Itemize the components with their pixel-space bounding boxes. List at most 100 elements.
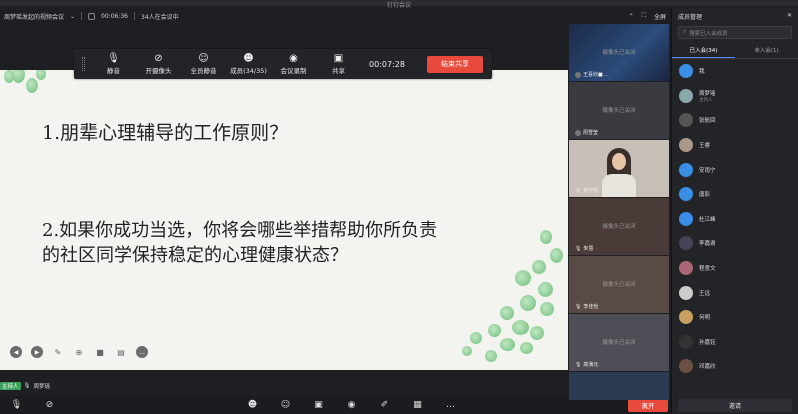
- leaf-decoration: [500, 306, 514, 320]
- leaf-decoration: [470, 332, 482, 344]
- microphone-icon: 🎙: [575, 361, 582, 368]
- camera-icon[interactable]: ■: [94, 346, 106, 358]
- panel-title: 成员管理: [678, 14, 703, 21]
- camera-off-icon[interactable]: ⊘: [33, 400, 66, 410]
- tab-joined[interactable]: 已入会(34): [672, 43, 735, 58]
- question-1: 1.朋辈心理辅导的工作原则？: [42, 122, 289, 144]
- invite-button[interactable]: 邀请: [678, 399, 792, 412]
- host-name: 周梦瑶: [33, 384, 51, 390]
- host-tag: 主持人: [0, 382, 21, 390]
- mute-all-button[interactable]: ☺ 全员静音: [181, 53, 226, 75]
- prev-slide-icon[interactable]: ◀: [10, 346, 22, 358]
- member-item[interactable]: 李嘉谢: [672, 231, 798, 256]
- meeting-name[interactable]: 周梦瑶发起的视频会议: [4, 12, 64, 21]
- leave-button[interactable]: 离开: [628, 398, 668, 412]
- member-item[interactable]: 杜江峰: [672, 207, 798, 232]
- video-tile[interactable]: [569, 372, 669, 400]
- microphone-icon: 🎙: [575, 245, 582, 252]
- close-icon[interactable]: ✕: [787, 12, 792, 20]
- pen-icon[interactable]: ✎: [52, 346, 64, 358]
- more-icon[interactable]: …: [136, 346, 148, 358]
- member-list: 我 周梦瑶 主持人 张航回 王睿 安雨宁 唐彭 杜江峰 李嘉谢 程意文 王远 何明…: [672, 59, 798, 379]
- leaf-decoration: [36, 70, 46, 80]
- leaf-decoration: [520, 342, 533, 354]
- record-button[interactable]: ◉ 会议录制: [271, 53, 316, 75]
- participant-body: [602, 174, 636, 197]
- mute-button[interactable]: 🎙 静音: [91, 53, 136, 75]
- meeting-toolbar: 🎙 静音 ⊘ 开摄像头 ☺ 全员静音 ☻ 成员(34/35) ◉ 会议录制 ▣ …: [74, 49, 492, 79]
- member-item[interactable]: 张航回: [672, 108, 798, 133]
- search-placeholder: 搜索已入会成员: [689, 30, 728, 37]
- members-label: 成员(34/35): [230, 67, 267, 75]
- chevron-down-icon[interactable]: ⌄: [70, 13, 75, 20]
- title-bar: 钉钉会议: [0, 0, 798, 9]
- video-tile[interactable]: 🎙 杨宇阳: [569, 140, 669, 197]
- camera-off-text: 摄像头已关闭: [602, 50, 636, 56]
- camera-label: 开摄像头: [145, 67, 172, 75]
- drag-handle[interactable]: [82, 57, 85, 71]
- members-icon[interactable]: ☻: [236, 400, 269, 410]
- collapse-icon[interactable]: ⌃: [629, 13, 634, 20]
- leaf-decoration: [550, 248, 563, 263]
- avatar: [679, 113, 693, 128]
- members-button[interactable]: ☻ 成员(34/35): [226, 53, 271, 75]
- member-item[interactable]: 邓嘉欣: [672, 354, 798, 379]
- member-item[interactable]: 周梦瑶 主持人: [672, 84, 798, 109]
- shared-slide: 1.朋辈心理辅导的工作原则？ 2.如果你成功当选，你将会哪些举措帮助你所负责 的…: [0, 70, 568, 370]
- member-item[interactable]: 王睿: [672, 133, 798, 158]
- avatar: [679, 187, 693, 202]
- next-slide-icon[interactable]: ▶: [31, 346, 43, 358]
- video-tile[interactable]: 摄像头已关闭 周雪莹: [569, 82, 669, 139]
- share-elapsed-time: 00:07:28: [369, 59, 405, 69]
- question-2: 2.如果你成功当选，你将会哪些举措帮助你所负责 的社区同学保持稳定的心理健康状态…: [42, 218, 542, 268]
- member-item[interactable]: 程意文: [672, 256, 798, 281]
- microphone-icon: 🎙: [575, 303, 582, 310]
- tab-not-joined[interactable]: 未入会(1): [735, 43, 798, 58]
- participant-name: 🎙 李佳怡: [575, 303, 599, 311]
- camera-off-text: 摄像头已关闭: [602, 224, 636, 230]
- mute-label: 静音: [107, 67, 120, 75]
- zoom-icon[interactable]: ⊕: [73, 346, 85, 358]
- host-label: 主持人 🎙 周梦瑶: [0, 381, 50, 391]
- camera-off-icon: ⊘: [154, 53, 163, 64]
- whiteboard-icon[interactable]: ✐: [368, 400, 401, 410]
- member-item[interactable]: 安雨宁: [672, 157, 798, 182]
- fullscreen-label[interactable]: 全屏: [654, 12, 666, 21]
- more-icon[interactable]: …: [434, 400, 467, 410]
- video-tile[interactable]: 摄像头已关闭 🎙 李佳怡: [569, 256, 669, 313]
- mute-icon[interactable]: 🎙: [0, 400, 33, 410]
- video-strip-header: ⌃ ⛶ 全屏: [568, 8, 670, 24]
- leaf-decoration: [515, 270, 531, 286]
- member-search-input[interactable]: ⌕ 搜索已入会成员: [678, 26, 792, 39]
- mute-all-label: 全员静音: [190, 67, 217, 75]
- users-icon[interactable]: ☺: [269, 400, 302, 410]
- camera-button[interactable]: ⊘ 开摄像头: [136, 53, 181, 75]
- end-share-button[interactable]: 结束共享: [427, 55, 483, 73]
- fullscreen-icon[interactable]: ⛶: [642, 12, 646, 20]
- member-item[interactable]: 我: [672, 59, 798, 84]
- member-item[interactable]: 王远: [672, 280, 798, 305]
- leaf-decoration: [500, 338, 515, 351]
- video-tile[interactable]: 摄像头已关闭 王喜欣■…: [569, 24, 669, 81]
- video-tile[interactable]: 摄像头已关闭 🎙 朱慧: [569, 198, 669, 255]
- record-icon[interactable]: ◉: [335, 400, 368, 410]
- video-tile[interactable]: 摄像头已关闭 🎙 高演元: [569, 314, 669, 371]
- leaf-decoration: [4, 70, 14, 83]
- participant-name: 王喜欣■…: [575, 71, 608, 78]
- panel-header: 成员管理 ✕: [672, 8, 798, 24]
- avatar: [679, 285, 693, 300]
- avatar: [575, 71, 581, 78]
- subtitle-icon[interactable]: ▤: [115, 346, 127, 358]
- avatar: [679, 236, 693, 251]
- member-item[interactable]: 何明: [672, 305, 798, 330]
- share-button[interactable]: ▣ 共享: [316, 53, 361, 75]
- grid-icon[interactable]: ▦: [401, 400, 434, 410]
- share-icon[interactable]: ▣: [302, 400, 335, 410]
- member-panel: 成员管理 ✕ ⌕ 搜索已入会成员 已入会(34) 未入会(1) 我 周梦瑶 主持人…: [671, 8, 798, 414]
- meeting-info-bar: 周梦瑶发起的视频会议 ⌄ 00:06:36 34人在会议中: [0, 8, 568, 24]
- question-2-line-1: 2.如果你成功当选，你将会哪些举措帮助你所负责: [42, 220, 438, 241]
- leaf-decoration: [26, 78, 38, 93]
- member-item[interactable]: 唐彭: [672, 182, 798, 207]
- member-item[interactable]: 孙嘉钰: [672, 330, 798, 355]
- leaf-decoration: [540, 302, 554, 316]
